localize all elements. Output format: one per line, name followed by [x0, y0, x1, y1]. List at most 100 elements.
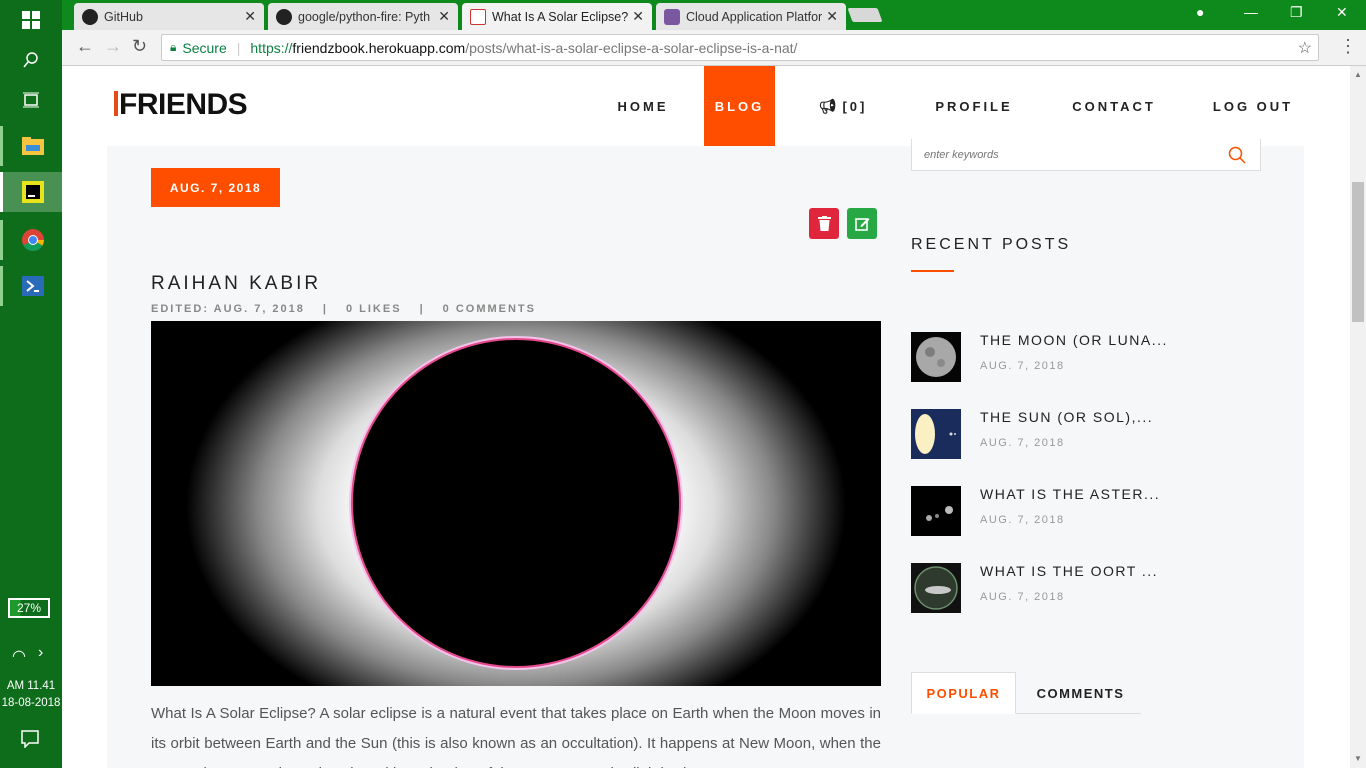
browser-tab-python-fire[interactable]: google/python-fire: Pyth ✕: [268, 3, 458, 30]
post-author[interactable]: RAIHAN KABIR: [151, 273, 321, 295]
forward-arrow-icon[interactable]: →: [104, 36, 122, 57]
post-date-badge: AUG. 7, 2018: [151, 168, 280, 207]
search-button[interactable]: [0, 40, 62, 80]
restore-icon[interactable]: ❐: [1290, 4, 1303, 21]
reload-icon[interactable]: ↻: [132, 36, 147, 57]
tab-title: What Is A Solar Eclipse? A: [492, 9, 629, 24]
close-icon[interactable]: ✕: [826, 8, 838, 25]
browser-toolbar: ← → ↻ 🔒︎ Secure | https://friendzbook.he…: [62, 30, 1366, 66]
nav-home[interactable]: HOME: [588, 66, 698, 146]
nav-blog-label: BLOG: [714, 98, 765, 114]
search-icon[interactable]: [1228, 146, 1246, 164]
chevron-right-icon[interactable]: ›: [38, 644, 43, 662]
post-comments-count[interactable]: 0 COMMENTS: [443, 303, 536, 315]
recent-post-title[interactable]: WHAT IS THE ASTER...: [980, 486, 1160, 502]
address-bar[interactable]: 🔒︎ Secure | https://friendzbook.herokuap…: [161, 34, 1319, 61]
lock-icon: 🔒︎: [170, 40, 177, 54]
heading-underline: [911, 270, 954, 272]
clock-time: AM 11.41: [6, 680, 56, 692]
windows-icon: [22, 11, 40, 29]
tab-title: GitHub: [104, 9, 143, 24]
recent-post-item[interactable]: WHAT IS THE ASTER... AUG. 7, 2018: [911, 486, 1211, 536]
search-icon: [23, 52, 38, 68]
secure-label: Secure: [182, 39, 227, 56]
edit-post-button[interactable]: [847, 208, 877, 239]
nav-blog[interactable]: BLOG: [704, 66, 775, 146]
site-logo[interactable]: FRIENDS: [114, 88, 248, 122]
tab-popular[interactable]: POPULAR: [911, 672, 1016, 714]
action-center-button[interactable]: [21, 730, 39, 753]
notification-icon: [21, 730, 39, 749]
nav-contact-label: CONTACT: [1072, 98, 1156, 114]
tab-comments[interactable]: COMMENTS: [1023, 672, 1138, 714]
browser-tab-solar-eclipse[interactable]: What Is A Solar Eclipse? A ✕: [462, 3, 652, 30]
file-explorer-button[interactable]: [0, 126, 62, 166]
back-arrow-icon[interactable]: ←: [76, 36, 94, 57]
close-icon[interactable]: ✕: [632, 8, 644, 25]
logo-accent-bar: [114, 91, 118, 116]
tab-title: Cloud Application Platfor: [686, 9, 823, 24]
page-scrollbar[interactable]: ▲ ▼: [1350, 66, 1366, 768]
scrollbar-thumb[interactable]: [1352, 182, 1364, 322]
task-view-button[interactable]: [0, 80, 62, 120]
profile-icon[interactable]: ●: [1196, 4, 1204, 20]
chrome-button[interactable]: [0, 220, 62, 260]
nav-profile-label: PROFILE: [935, 98, 1013, 114]
url-scheme: https://: [250, 39, 293, 56]
nav-profile[interactable]: PROFILE: [928, 66, 1020, 146]
tab-title: google/python-fire: Pyth: [298, 9, 431, 24]
nav-notifications[interactable]: 📢︎ [0]: [812, 66, 874, 146]
recent-post-date: AUG. 7, 2018: [980, 360, 1065, 372]
recent-post-item[interactable]: WHAT IS THE OORT ... AUG. 7, 2018: [911, 563, 1211, 613]
new-tab-button[interactable]: [847, 8, 883, 22]
post-meta: EDITED: AUG. 7, 2018 | 0 LIKES | 0 COMME…: [151, 303, 536, 315]
close-window-icon[interactable]: ✕: [1336, 4, 1348, 21]
recent-post-thumbnail[interactable]: [911, 563, 961, 613]
wifi-icon[interactable]: ◠: [12, 646, 26, 666]
browser-tab-heroku[interactable]: Cloud Application Platfor ✕: [656, 3, 846, 30]
close-icon[interactable]: ✕: [244, 8, 256, 25]
notification-count: [0]: [842, 98, 868, 114]
post-date: AUG. 7, 2018: [169, 180, 262, 195]
url-path: /posts/what-is-a-solar-eclipse-a-solar-e…: [465, 39, 798, 56]
scroll-up-icon[interactable]: ▲: [1354, 70, 1362, 79]
pycharm-button[interactable]: [0, 172, 62, 212]
recent-post-item[interactable]: THE SUN (OR SOL),... AUG. 7, 2018: [911, 409, 1211, 459]
powershell-button[interactable]: [0, 266, 62, 306]
delete-post-button[interactable]: [809, 208, 839, 239]
minimize-icon[interactable]: —: [1244, 4, 1258, 20]
sidebar-tabs: POPULAR COMMENTS: [911, 672, 1141, 714]
recent-post-title[interactable]: THE MOON (OR LUNA...: [980, 332, 1168, 348]
recent-post-date: AUG. 7, 2018: [980, 514, 1065, 526]
recent-post-title[interactable]: THE SUN (OR SOL),...: [980, 409, 1153, 425]
recent-post-thumbnail[interactable]: [911, 332, 961, 382]
recent-post-title[interactable]: WHAT IS THE OORT ...: [980, 563, 1158, 579]
friends-favicon-icon: [470, 8, 486, 25]
recent-post-item[interactable]: THE MOON (OR LUNA... AUG. 7, 2018: [911, 332, 1211, 382]
nav-logout-label: LOG OUT: [1212, 98, 1294, 114]
battery-indicator[interactable]: 27%: [8, 598, 50, 618]
nav-contact[interactable]: CONTACT: [1064, 66, 1164, 146]
url-host: friendzbook.herokuapp.com: [292, 39, 466, 56]
search-input[interactable]: [924, 145, 1214, 165]
logo-text: FRIENDS: [119, 88, 248, 121]
meta-separator: |: [419, 303, 425, 315]
close-icon[interactable]: ✕: [438, 8, 450, 25]
trash-icon: [817, 216, 831, 231]
heroku-icon: [664, 8, 680, 25]
post-likes[interactable]: 0 LIKES: [346, 303, 402, 315]
scroll-down-icon[interactable]: ▼: [1354, 754, 1362, 763]
nav-logout[interactable]: LOG OUT: [1208, 66, 1298, 146]
search-box: [911, 139, 1261, 171]
site-header: FRIENDS HOME BLOG 📢︎ [0] PROFILE CONTACT…: [62, 66, 1350, 146]
meta-separator: |: [322, 303, 328, 315]
recent-post-thumbnail[interactable]: [911, 409, 961, 459]
bookmark-star-icon[interactable]: ☆: [1298, 38, 1312, 58]
system-clock[interactable]: AM 11.41 18-08-2018: [0, 678, 62, 712]
menu-icon[interactable]: ⋮: [1339, 36, 1357, 57]
browser-tab-github[interactable]: GitHub ✕: [74, 3, 264, 30]
recent-post-thumbnail[interactable]: [911, 486, 961, 536]
post-edited-date: EDITED: AUG. 7, 2018: [151, 303, 305, 315]
start-button[interactable]: [0, 0, 62, 40]
folder-icon: [21, 137, 44, 155]
